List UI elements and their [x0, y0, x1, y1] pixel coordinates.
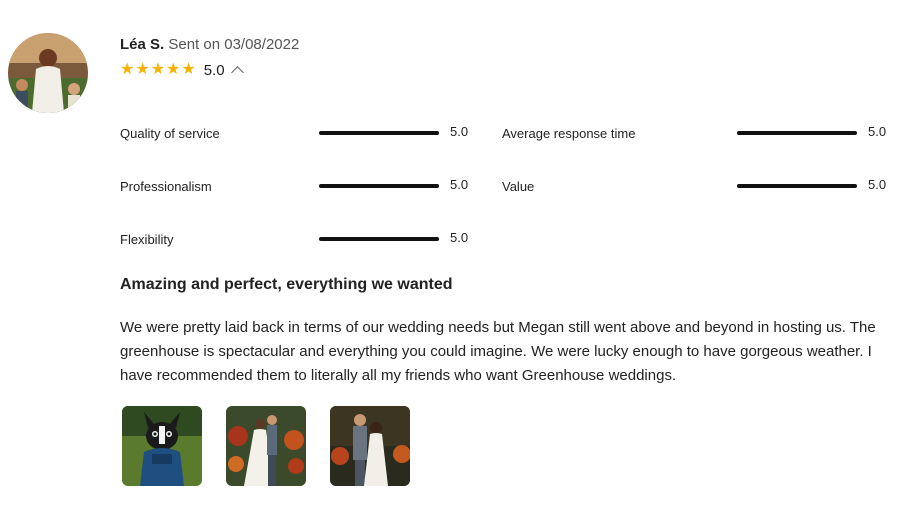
metric-average-response-time: Average response time 5.0 — [502, 124, 902, 142]
review-photo-couple-2[interactable] — [330, 406, 410, 486]
metric-bar — [737, 184, 857, 188]
chevron-up-icon[interactable] — [230, 65, 244, 79]
metric-label: Flexibility — [120, 231, 174, 247]
author-name: Léa S. — [120, 36, 165, 53]
star-icon: ★ — [181, 61, 196, 78]
metric-label: Quality of service — [120, 125, 220, 141]
avatar — [8, 33, 88, 113]
metric-bar — [737, 131, 857, 135]
metric-value: 5.0 — [450, 177, 469, 192]
author-line: Léa S. Sent on 03/08/2022 — [120, 36, 299, 54]
sent-date: Sent on 03/08/2022 — [168, 36, 300, 53]
review-photo-dog[interactable] — [122, 406, 202, 486]
star-icon: ★ — [135, 61, 150, 78]
metric-value: 5.0 — [450, 230, 469, 245]
star-icon: ★ — [166, 61, 181, 78]
metric-flexibility: Flexibility 5.0 — [120, 230, 480, 248]
metric-value: 5.0 — [450, 124, 469, 139]
star-icon: ★ — [150, 61, 166, 78]
metric-label: Value — [502, 178, 535, 194]
metric-value: 5.0 — [868, 177, 887, 192]
review-body: We were pretty laid back in terms of our… — [120, 319, 876, 384]
review-title: Amazing and perfect, everything we wante… — [120, 276, 453, 293]
metric-quality-of-service: Quality of service 5.0 — [120, 124, 480, 142]
metric-professionalism: Professionalism 5.0 — [120, 177, 480, 195]
rating-summary: ★ ★ ★ ★ ★ 5.0 — [120, 61, 299, 79]
metric-bar — [319, 237, 439, 241]
review-header: Léa S. Sent on 03/08/2022 ★ ★ ★ ★ ★ 5.0 — [120, 36, 299, 79]
star-icon: ★ — [120, 61, 135, 78]
metric-label: Average response time — [502, 125, 636, 141]
metric-value-rating: Value 5.0 — [502, 177, 902, 195]
overall-rating: 5.0 — [203, 61, 225, 79]
star-rating: ★ ★ ★ ★ ★ — [120, 62, 196, 78]
review-photo-couple-1[interactable] — [226, 406, 306, 486]
metric-value: 5.0 — [868, 124, 887, 139]
metric-bar — [319, 184, 439, 188]
metric-label: Professionalism — [120, 178, 212, 194]
metric-bar — [319, 131, 439, 135]
